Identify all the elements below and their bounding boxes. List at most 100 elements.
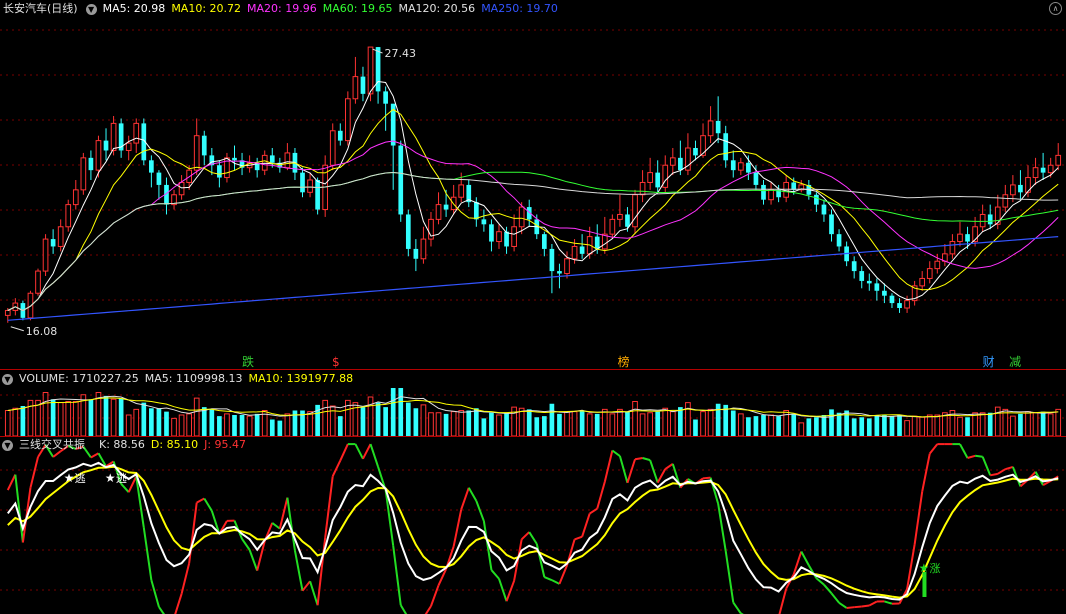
volume-bar [141,402,147,436]
candle [911,280,918,306]
candle [428,212,434,247]
volume-bar [791,413,797,436]
signal-label: 逃 [75,472,86,485]
volume-bar [669,411,676,437]
candle [836,229,842,252]
volume-bar [383,407,388,436]
volume-bar [987,412,993,436]
j-line-segment [248,549,259,571]
candle-body [678,157,683,171]
candle [685,133,691,176]
candle-body [80,157,87,191]
j-line-segment [664,463,674,470]
volume-bar [746,417,751,436]
volume-bar [413,408,419,436]
candle-body [723,133,729,161]
collapse-icon[interactable]: ▼ [2,439,13,451]
volume-bar [866,418,872,436]
candle [315,177,320,215]
candle [118,118,124,158]
j-line-segment [6,474,17,491]
candle [481,209,487,232]
volume-bar [1032,412,1039,437]
candle-body [72,189,79,206]
candle [1018,170,1023,200]
volume-bar [715,403,721,436]
candle-body [518,206,525,228]
volume-bar [994,406,1001,437]
volume-bar [934,414,941,437]
volume-bar [897,415,902,436]
j-line-segment [997,468,1006,475]
candle-body [1047,164,1054,174]
volume-bar [768,414,774,437]
candle-body [261,154,268,171]
volume-bar [534,417,540,436]
j-line-segment [203,497,213,512]
candle-body [919,277,926,287]
candle [95,135,102,178]
candle-body [926,268,933,279]
volume-bar [904,420,910,437]
j-line-segment [913,491,924,545]
candle [821,199,827,222]
candle [35,268,41,296]
candle-body [617,213,623,220]
candle [647,157,653,190]
candle-body [768,189,774,201]
candle [149,155,154,188]
j-line-segment [324,476,334,538]
star-icon: ★ [918,561,929,575]
candle [164,177,169,215]
volume-bar [874,415,880,436]
candle-body [957,233,963,243]
j-line-segment [369,443,380,468]
candle-body [814,194,819,205]
j-line-segment [928,443,939,455]
candle [261,150,268,176]
j-line-segment [90,452,99,459]
j-line-segment [589,507,598,515]
j-line-segment [581,513,591,538]
candle-body [874,283,880,291]
volume-bar [360,407,366,436]
volume-bar [20,406,26,436]
volume-bar [246,415,253,437]
j-line-segment [120,483,130,493]
candle [798,180,805,193]
candle-body [632,194,638,228]
candle-body [1055,154,1062,166]
collapse-icon[interactable]: ▼ [2,373,13,385]
volume-bar [88,399,94,436]
volume-bar [466,410,472,436]
j-line-segment [339,443,349,461]
volume-bar [164,411,169,436]
candle [322,155,329,217]
candle [367,46,374,102]
candle-body [859,271,865,281]
candle-body [405,214,411,249]
j-line-segment [158,606,166,614]
candle [193,118,200,176]
candle-body [707,120,714,137]
star-icon: ★ [64,471,75,485]
j-line-segment [823,583,833,594]
candle-body [669,157,676,166]
candle-body [42,238,49,272]
high-price-label: 27.43 [385,47,417,60]
candle-body [125,142,132,151]
candle-body [904,300,910,309]
candle-body [1018,184,1023,193]
candle [669,148,676,176]
k-label: K: 88.56 [99,438,145,451]
candle-body [1040,167,1046,173]
candle [617,194,623,227]
volume-bar [601,408,608,437]
candle [88,150,94,180]
j-line-segment [884,600,893,605]
candle [156,170,162,200]
candle [232,145,237,171]
volume-bar [496,414,502,437]
event-marker: 跌 [242,354,254,369]
j-line-segment [921,453,931,492]
